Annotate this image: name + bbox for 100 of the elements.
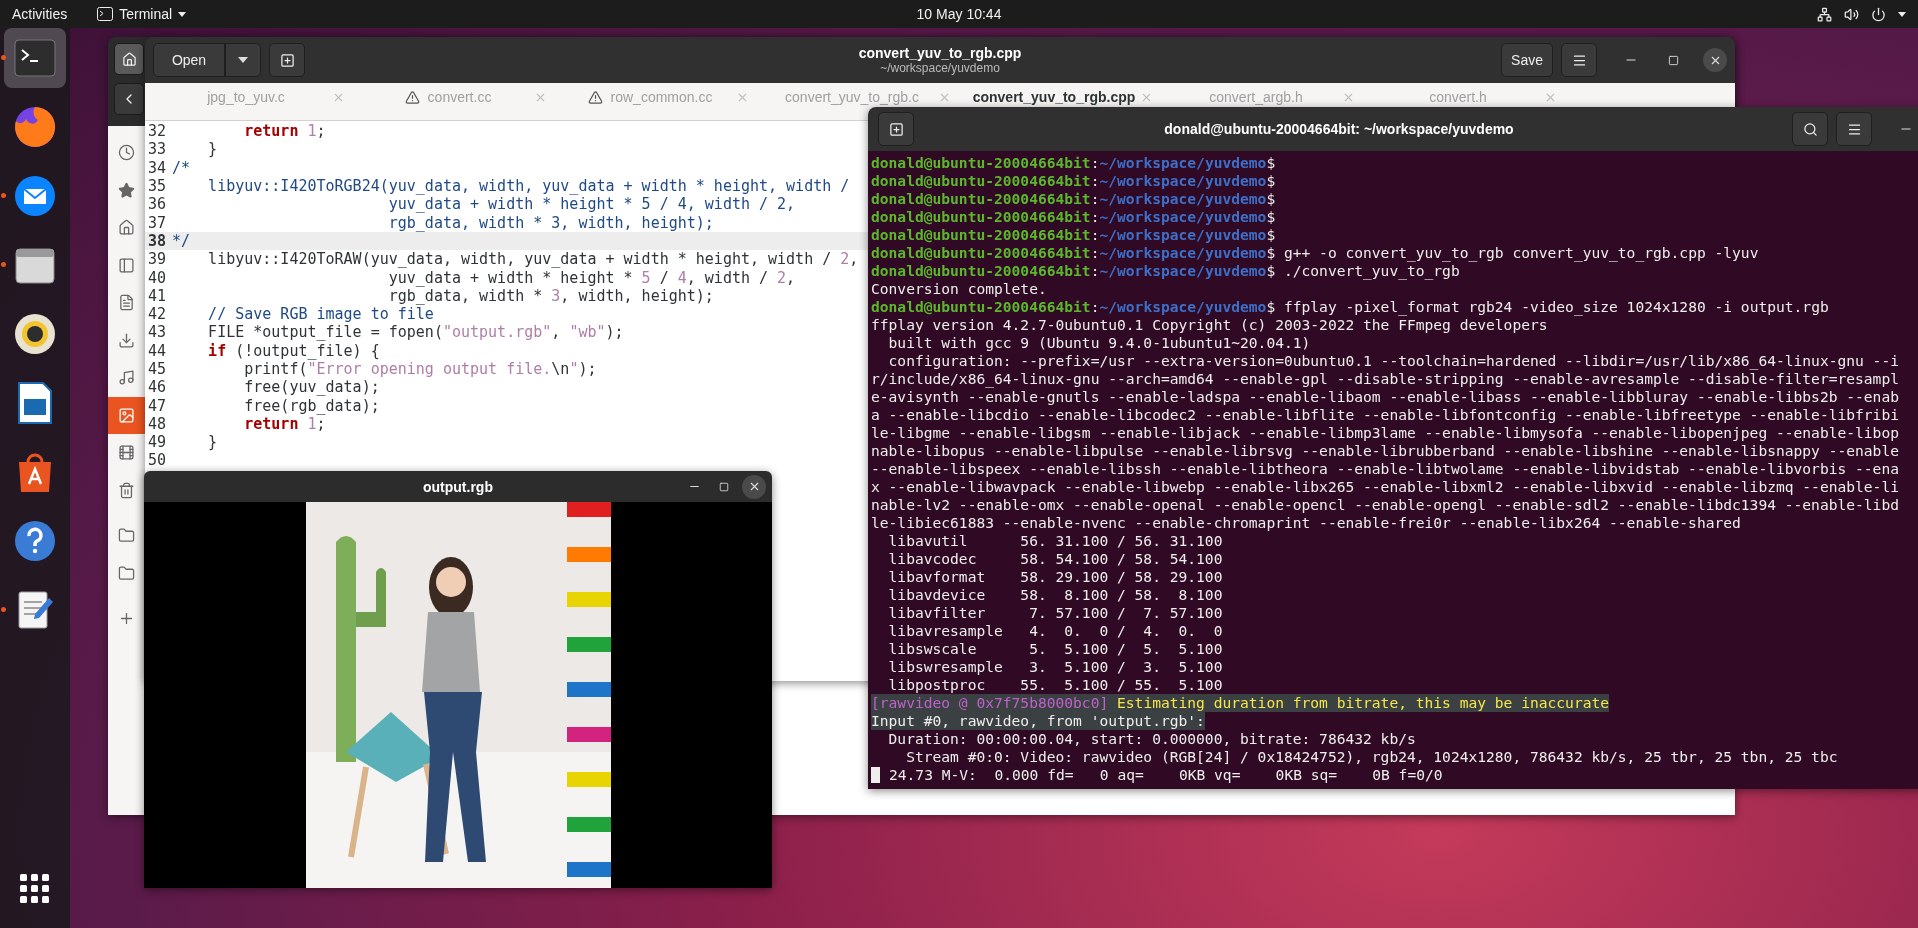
music-note-icon xyxy=(118,369,135,387)
panel-icon xyxy=(118,256,135,274)
folder-icon xyxy=(118,527,135,545)
line-number: 47 xyxy=(147,396,168,415)
notepad-icon xyxy=(15,588,55,632)
close-button[interactable] xyxy=(742,474,766,499)
close-icon xyxy=(534,91,547,104)
code-line: printf("Error opening output file.\n"); xyxy=(243,360,597,378)
activities-button[interactable]: Activities xyxy=(12,6,68,22)
terminal-line: r/include/x86_64-linux-gnu --arch=amd64 --enable-gpl --disable-stripping --enable-avresample --disable-filter=resampl xyxy=(871,370,1899,388)
line-number: 33 xyxy=(147,140,168,159)
terminal-line: built with gcc 9 (Ubuntu 9.4.0-1ubuntu1~20.04.1) xyxy=(887,334,1311,352)
code-line: free(yuv_data); xyxy=(243,378,380,397)
document-icon xyxy=(17,381,53,425)
line-number: 35 xyxy=(147,177,168,196)
image-icon xyxy=(118,406,135,424)
window-title: donald@ubuntu-20004664bit: ~/workspace/yuvdemo xyxy=(1164,121,1514,137)
home-button[interactable] xyxy=(114,43,144,75)
back-button[interactable] xyxy=(114,83,144,115)
volume-icon xyxy=(1844,6,1859,22)
window-title: output.rgb xyxy=(423,478,493,495)
app-menu[interactable]: Terminal xyxy=(97,6,187,22)
close-icon xyxy=(1544,91,1557,104)
line-number: 32 xyxy=(147,122,168,141)
new-tab-button[interactable] xyxy=(269,43,305,77)
caret-icon xyxy=(1898,11,1906,17)
code-line: return 1; xyxy=(243,122,326,141)
app-grid-icon xyxy=(20,874,50,904)
line-number: 42 xyxy=(147,305,168,324)
code-line: yuv_data + width * height * 5 / 4, width / 2, xyxy=(387,195,796,214)
line-number: 45 xyxy=(147,360,168,378)
caret-icon xyxy=(178,11,187,17)
line-number: 50 xyxy=(147,451,168,470)
menu-button[interactable] xyxy=(1561,43,1597,77)
code-line: rgb_data, width * 3, width, height); xyxy=(387,286,714,305)
text-cursor xyxy=(871,767,880,783)
terminal-line: e-avisynth --enable-gnutls --enable-ladspa --enable-libaom --enable-libass --enable-libbluray --enable-libbs2b --enab xyxy=(871,388,1899,406)
new-tab-icon xyxy=(888,121,904,137)
line-number: 49 xyxy=(147,433,168,452)
terminal-line: x --enable-libwavpack --enable-libwebp --enable-libx265 --enable-libxml2 --enable-libxvid --enable-libzmq --enable-li xyxy=(871,478,1899,496)
line-number: 39 xyxy=(147,250,168,269)
terminal-line: libavresample 4. 0. 0 / 4. 0. 0 xyxy=(887,622,1223,640)
code-line: return 1; xyxy=(243,414,326,433)
save-button[interactable]: Save xyxy=(1501,43,1553,77)
folder-icon xyxy=(118,564,135,582)
line-number: 41 xyxy=(147,286,168,305)
line-number: 44 xyxy=(147,341,168,360)
star-icon xyxy=(118,181,135,199)
help-icon xyxy=(13,519,57,563)
terminal-line: nable-lv2 --enable-omx --enable-openal --enable-opencl --enable-opengl --enable-sdl2 --enable-libdc1394 --enable-libd xyxy=(871,496,1899,514)
system-menu[interactable] xyxy=(1817,6,1906,22)
close-icon xyxy=(332,91,345,104)
code-line: // Save RGB image to file xyxy=(207,305,434,324)
terminal-line: libpostproc 55. 5.100 / 55. 5.100 xyxy=(887,676,1223,694)
terminal-line: le-libgme --enable-libgsm --enable-libjack --enable-libmp3lame --enable-libmysofa --enable-libopenjpeg --enable-libop xyxy=(871,424,1899,442)
terminal-line: nable-libopus --enable-libpulse --enable-librsvg --enable-librubberband --enable-libshine --enable-libsnappy --enable xyxy=(871,442,1899,460)
document-icon xyxy=(118,294,135,312)
menu-icon xyxy=(1571,52,1587,68)
terminal-line: donald@ubuntu-20004664bit:~/workspace/yuvdemo$ xyxy=(871,190,1276,208)
search-button[interactable] xyxy=(1792,112,1828,146)
maximize-icon xyxy=(1667,54,1679,66)
menu-icon xyxy=(1846,121,1862,137)
terminal-line: donald@ubuntu-20004664bit:~/workspace/yuvdemo$ ffplay -pixel_format rgb24 -video_size 1024x1280 -i output.rgb xyxy=(871,298,1829,316)
menu-button[interactable] xyxy=(1836,112,1872,146)
terminal-line: libswscale 5. 5.100 / 5. 5.100 xyxy=(887,640,1223,658)
code-line: libyuv::I420ToRAW(yuv_data, width, yuv_data + width * height, width / 2, xyxy=(207,250,859,269)
terminal-line: donald@ubuntu-20004664bit:~/workspace/yuvdemo$ xyxy=(871,226,1276,244)
close-icon xyxy=(736,91,749,104)
clock-icon xyxy=(118,144,135,162)
terminal-line: donald@ubuntu-20004664bit:~/workspace/yuvdemo$ xyxy=(871,172,1276,190)
new-tab-button[interactable] xyxy=(878,112,914,146)
terminal-line: donald@ubuntu-20004664bit:~/workspace/yuvdemo$ xyxy=(871,208,1276,226)
code-line: free(rgb_data); xyxy=(243,396,380,415)
line-number: 43 xyxy=(147,323,168,342)
terminal-icon xyxy=(14,39,56,77)
code-line: if (!output_file) { xyxy=(207,341,380,360)
line-number: 46 xyxy=(147,378,168,397)
clock-text[interactable]: 10 May 10:44 xyxy=(916,6,1002,22)
terminal-line: ffplay version 4.2.7-0ubuntu0.1 Copyright (c) 2003-2022 the FFmpeg developers xyxy=(871,316,1548,334)
tab[interactable]: convert_yuv_to_rgb.cpp xyxy=(972,90,1136,105)
caret-icon xyxy=(238,57,248,63)
code-line: /* xyxy=(172,158,191,177)
terminal-line: Duration: 00:00:00.04, start: 0.000000, bitrate: 786432 kb/s xyxy=(887,730,1416,748)
line-number: 34 xyxy=(147,158,168,177)
line-number: 40 xyxy=(147,268,168,287)
trash-icon xyxy=(118,481,135,499)
terminal-line: libswresample 3. 5.100 / 3. 5.100 xyxy=(887,658,1223,676)
globe-icon xyxy=(13,105,57,149)
close-button[interactable] xyxy=(1703,48,1727,72)
terminal-line: Stream #0:0: Video: rawvideo (RGB[24] / 0x18424752), rgb24, 1024x1280, 786432 kb/s, 25 tbr, 25 tbn, 25 tbc xyxy=(905,748,1838,766)
download-icon xyxy=(118,331,135,349)
code-line: */ xyxy=(172,231,191,250)
terminal-icon xyxy=(97,7,114,21)
code-line: libyuv::I420ToRGB24(yuv_data, width, yuv_data + width * height, width / xyxy=(207,177,850,196)
open-button[interactable]: Open xyxy=(153,43,225,77)
open-menu-button[interactable] xyxy=(225,43,261,77)
line-number: 36 xyxy=(147,195,168,214)
folder-icon xyxy=(14,245,56,285)
search-icon xyxy=(1802,121,1818,137)
speaker-icon xyxy=(13,312,57,356)
